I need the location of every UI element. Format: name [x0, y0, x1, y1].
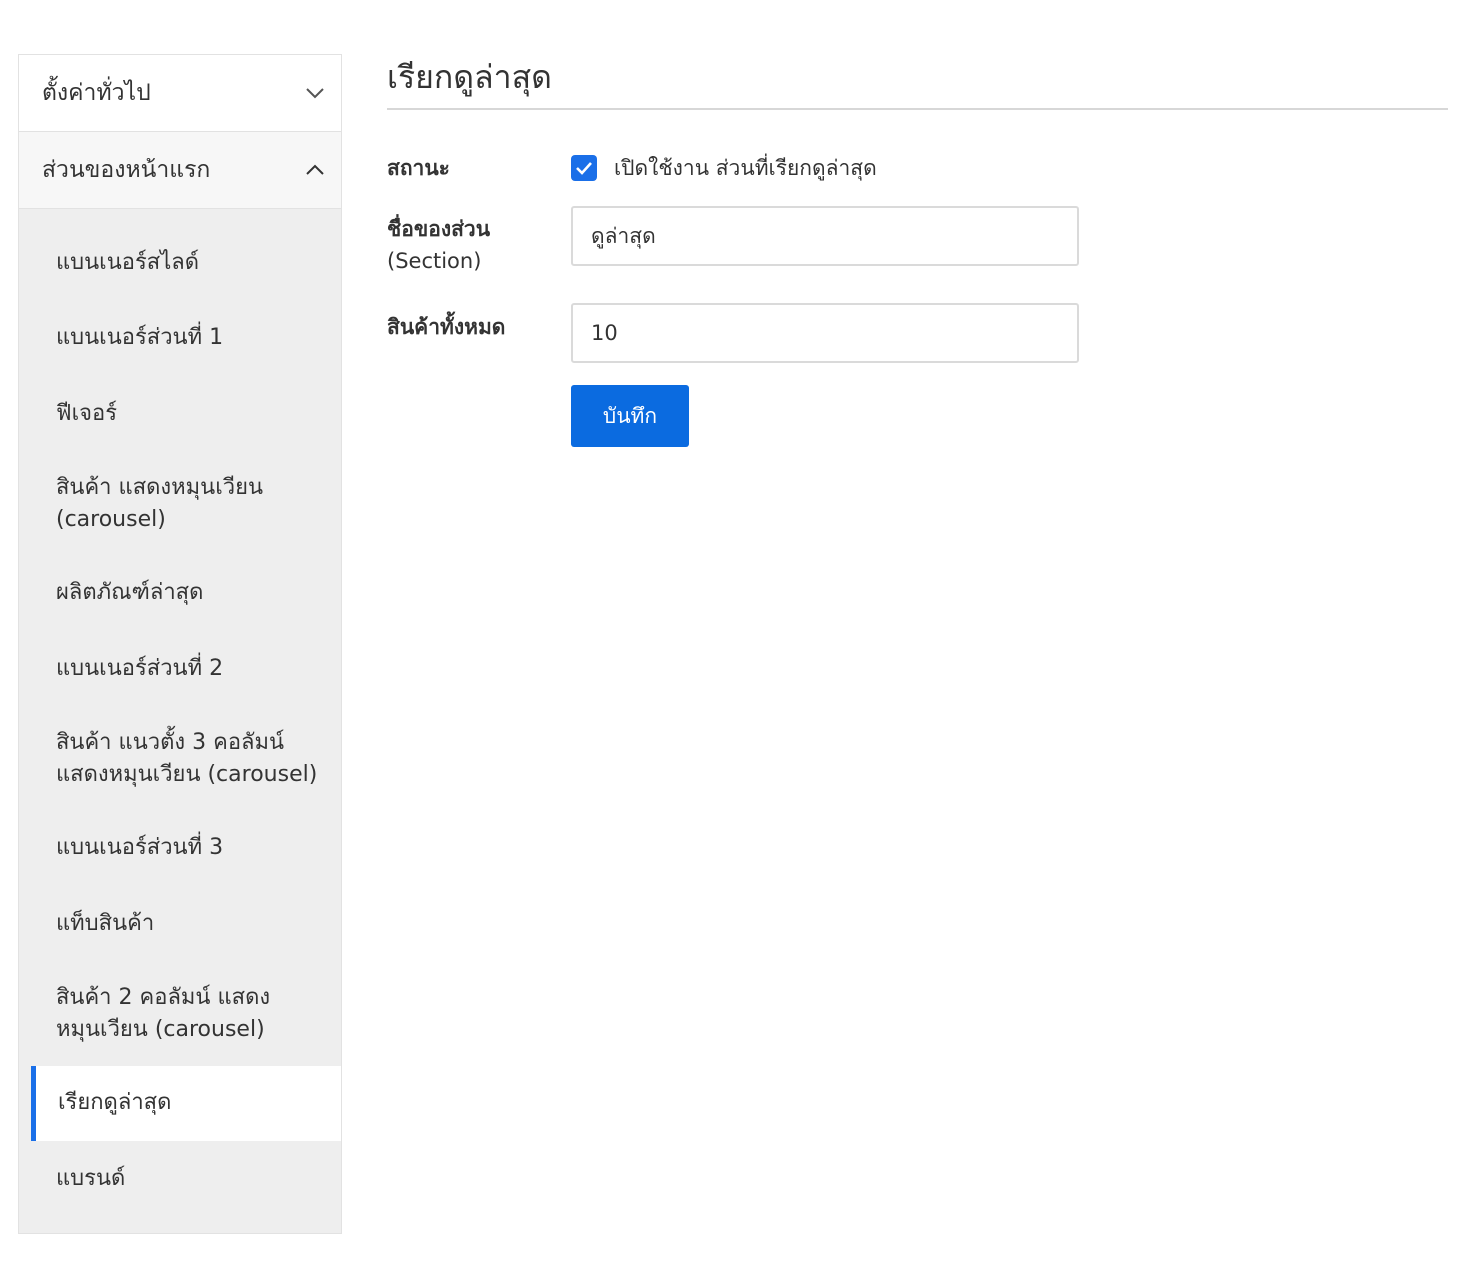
status-label: สถานะ [387, 156, 450, 180]
total-products-input[interactable] [571, 303, 1079, 363]
sidebar-item-label: สินค้า แสดงหมุนเวียน (carousel) [56, 474, 264, 532]
sidebar-item-label: แบนเนอร์ส่วนที่ 3 [56, 835, 224, 861]
sidebar-item-label: แบรนด์ [56, 1165, 126, 1191]
sidebar-item-label: ฟีเจอร์ [56, 400, 118, 426]
chevron-up-icon [305, 160, 325, 180]
sidebar-item-banner-3[interactable]: แบนเนอร์ส่วนที่ 3 [19, 811, 341, 887]
section-settings-panel: เรียกดูล่าสุด สถานะ เปิดใช้งาน ส่วนที่เร… [387, 54, 1448, 447]
section-name-label: ชื่อของส่วน (Section) [387, 206, 571, 277]
sidebar-item-vertical-3col-carousel[interactable]: สินค้า แนวตั้ง 3 คอลัมน์ แสดงหมุนเวียน (… [19, 707, 341, 811]
sidebar-item-label: เรียกดูล่าสุด [58, 1090, 172, 1116]
section-name-input[interactable] [571, 206, 1079, 266]
accordion-general-label: ตั้งค่าทั่วไป [42, 80, 151, 106]
sidebar-item-banner-1[interactable]: แบนเนอร์ส่วนที่ 1 [19, 301, 341, 377]
chevron-down-icon [305, 83, 325, 103]
settings-sidebar: ตั้งค่าทั่วไป ส่วนของหน้าแรก แบนเนอร์สไล… [18, 54, 342, 1234]
sidebar-item-recently-viewed[interactable]: เรียกดูล่าสุด [31, 1065, 341, 1141]
enable-section-checkbox[interactable] [571, 155, 597, 181]
sidebar-item-brands[interactable]: แบรนด์ [19, 1141, 341, 1217]
enable-section-checkbox-label[interactable]: เปิดใช้งาน ส่วนที่เรียกดูล่าสุด [614, 155, 877, 181]
sidebar-item-banner-2[interactable]: แบนเนอร์ส่วนที่ 2 [19, 631, 341, 707]
sidebar-item-2col-carousel[interactable]: สินค้า 2 คอลัมน์ แสดง หมุนเวียน (carouse… [19, 962, 341, 1066]
sidebar-item-label: แบนเนอร์ส่วนที่ 1 [56, 325, 224, 351]
sidebar-item-product-carousel[interactable]: สินค้า แสดงหมุนเวียน (carousel) [19, 452, 341, 556]
homepage-sections-submenu: แบนเนอร์สไลด์ แบนเนอร์ส่วนที่ 1 ฟีเจอร์ … [18, 209, 342, 1234]
section-name-label-main: ชื่อของส่วน [387, 217, 491, 241]
sidebar-item-banner-slide[interactable]: แบนเนอร์สไลด์ [19, 225, 341, 301]
accordion-sections-label: ส่วนของหน้าแรก [42, 157, 211, 183]
section-name-label-sub: (Section) [387, 249, 482, 273]
sidebar-item-features[interactable]: ฟีเจอร์ [19, 376, 341, 452]
section-name-row: ชื่อของส่วน (Section) [387, 206, 1079, 277]
sidebar-item-product-tabs[interactable]: แท็บสินค้า [19, 886, 341, 962]
check-icon [576, 162, 592, 175]
sidebar-item-label: สินค้า แนวตั้ง 3 คอลัมน์ แสดงหมุนเวียน (… [56, 729, 318, 787]
sidebar-item-label: แบนเนอร์สไลด์ [56, 249, 200, 275]
sidebar-item-latest-products[interactable]: ผลิตภัณฑ์ล่าสุด [19, 556, 341, 632]
save-button[interactable]: บันทึก [571, 385, 689, 447]
status-row: สถานะ เปิดใช้งาน ส่วนที่เรียกดูล่าสุด [387, 152, 877, 184]
accordion-general-settings[interactable]: ตั้งค่าทั่วไป [18, 54, 342, 132]
page-title: เรียกดูล่าสุด [387, 54, 1448, 110]
total-products-row: สินค้าทั้งหมด [387, 303, 1079, 363]
total-products-label: สินค้าทั้งหมด [387, 315, 506, 339]
sidebar-item-label: แท็บสินค้า [56, 910, 155, 936]
accordion-homepage-sections[interactable]: ส่วนของหน้าแรก [18, 132, 342, 209]
sidebar-item-label: ผลิตภัณฑ์ล่าสุด [56, 580, 204, 606]
sidebar-item-label: แบนเนอร์ส่วนที่ 2 [56, 655, 224, 681]
sidebar-item-label: สินค้า 2 คอลัมน์ แสดง หมุนเวียน (carouse… [56, 984, 271, 1042]
